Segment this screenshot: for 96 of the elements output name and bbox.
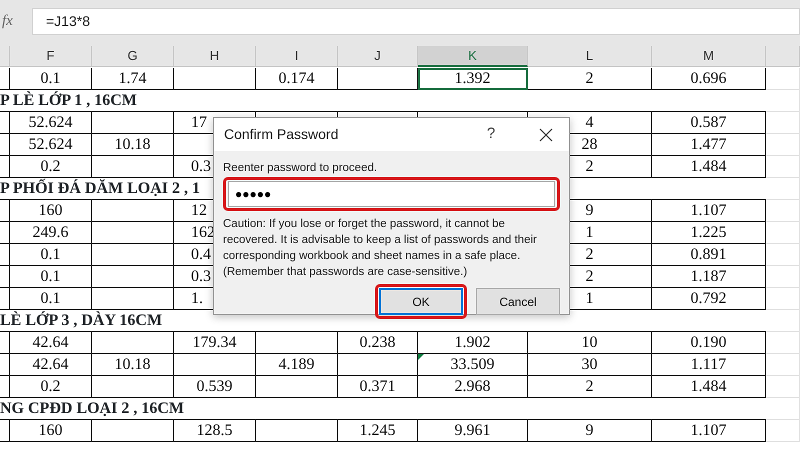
- table-cell: 1.902: [418, 332, 528, 354]
- table-cell: [766, 200, 800, 222]
- table-cell: 1.392: [418, 68, 528, 90]
- table-cell: 10.18: [92, 134, 174, 156]
- table-cell: 1.107: [652, 200, 766, 222]
- function-button[interactable]: fx: [0, 8, 22, 35]
- table-cell: 42.64: [10, 354, 92, 376]
- table-cell: [0, 420, 10, 442]
- table-cell: 1.477: [652, 134, 766, 156]
- table-cell: 179.34: [174, 332, 256, 354]
- close-button[interactable]: [539, 128, 553, 142]
- table-cell: 0.587: [652, 112, 766, 134]
- table-cell: [0, 222, 10, 244]
- section-heading: NG CPĐD LOẠI 2 , 16CM: [0, 398, 766, 420]
- table-cell: 0.1: [10, 244, 92, 266]
- help-button[interactable]: ?: [483, 123, 499, 146]
- table-cell: 249.6: [10, 222, 92, 244]
- table-cell: [766, 354, 800, 376]
- table-cell: 9.961: [418, 420, 528, 442]
- table-cell: [766, 156, 800, 178]
- column-header[interactable]: M: [652, 46, 766, 67]
- table-cell: 1.484: [652, 376, 766, 398]
- password-field[interactable]: ●●●●●: [228, 181, 555, 208]
- table-cell: [766, 266, 800, 288]
- table-cell: 2: [528, 376, 652, 398]
- table-cell: 2.968: [418, 376, 528, 398]
- table-cell: 0.190: [652, 332, 766, 354]
- table-cell: 0.891: [652, 244, 766, 266]
- table-cell: 10.18: [92, 354, 174, 376]
- table-cell: [0, 376, 10, 398]
- table-cell: 2: [528, 68, 652, 90]
- table-cell: 0.1: [10, 266, 92, 288]
- corner-cell[interactable]: [0, 46, 10, 67]
- table-cell: 128.5: [174, 420, 256, 442]
- table-cell: [766, 112, 800, 134]
- formula-field[interactable]: =J13*8: [32, 8, 800, 35]
- table-cell: [0, 112, 10, 134]
- table-cell: [766, 310, 800, 332]
- table-cell: [0, 68, 10, 90]
- table-cell: 1.107: [652, 420, 766, 442]
- table-cell: 1.117: [652, 354, 766, 376]
- table-cell: [766, 68, 800, 90]
- column-header[interactable]: G: [92, 46, 174, 67]
- table-cell: 0.238: [338, 332, 418, 354]
- table-cell: [0, 134, 10, 156]
- table-cell: 52.624: [10, 112, 92, 134]
- table-cell: 9: [528, 420, 652, 442]
- table-cell: 0.371: [338, 376, 418, 398]
- table-cell: [0, 200, 10, 222]
- column-header[interactable]: [766, 46, 800, 67]
- column-header[interactable]: J: [338, 46, 418, 67]
- table-cell: 42.64: [10, 332, 92, 354]
- column-header[interactable]: L: [528, 46, 652, 67]
- table-cell: [0, 244, 10, 266]
- table-cell: 0.539: [174, 376, 256, 398]
- table-cell: 0.2: [10, 376, 92, 398]
- table-cell: 4.189: [256, 354, 338, 376]
- table-cell: [766, 420, 800, 442]
- table-cell: [766, 134, 800, 156]
- dialog-button[interactable]: Cancel: [476, 288, 560, 316]
- table-cell: [766, 288, 800, 310]
- table-cell: 1.74: [92, 68, 174, 90]
- table-cell: 160: [10, 200, 92, 222]
- table-cell: [766, 222, 800, 244]
- table-cell: 0.2: [10, 156, 92, 178]
- table-cell: [0, 288, 10, 310]
- table-cell: 0.792: [652, 288, 766, 310]
- table-cell: 30: [528, 354, 652, 376]
- table-cell: [0, 156, 10, 178]
- table-cell: 52.624: [10, 134, 92, 156]
- column-header[interactable]: F: [10, 46, 92, 67]
- table-cell: 1.187: [652, 266, 766, 288]
- table-cell: 0.696: [652, 68, 766, 90]
- table-cell: 1.484: [652, 156, 766, 178]
- table-cell: 1.245: [338, 420, 418, 442]
- column-header[interactable]: H: [174, 46, 256, 67]
- table-cell: 33.509: [418, 354, 528, 376]
- table-cell: 0.1: [10, 288, 92, 310]
- column-header[interactable]: I: [256, 46, 338, 67]
- table-cell: [766, 244, 800, 266]
- table-cell: 0.1: [10, 68, 92, 90]
- table-cell: [766, 398, 800, 420]
- table-cell: [0, 332, 10, 354]
- table-cell: [0, 266, 10, 288]
- table-cell: [766, 178, 800, 200]
- table-cell: [766, 332, 800, 354]
- column-header[interactable]: K: [418, 46, 528, 67]
- table-cell: [766, 90, 800, 112]
- table-cell: 1.225: [652, 222, 766, 244]
- table-cell: 0.174: [256, 68, 338, 90]
- table-cell: 160: [10, 420, 92, 442]
- table-cell: [0, 354, 10, 376]
- table-cell: 10: [528, 332, 652, 354]
- dialog-button[interactable]: OK: [379, 288, 463, 316]
- section-heading: P LÈ LỚP 1 , 16CM: [0, 90, 766, 112]
- table-cell: [766, 376, 800, 398]
